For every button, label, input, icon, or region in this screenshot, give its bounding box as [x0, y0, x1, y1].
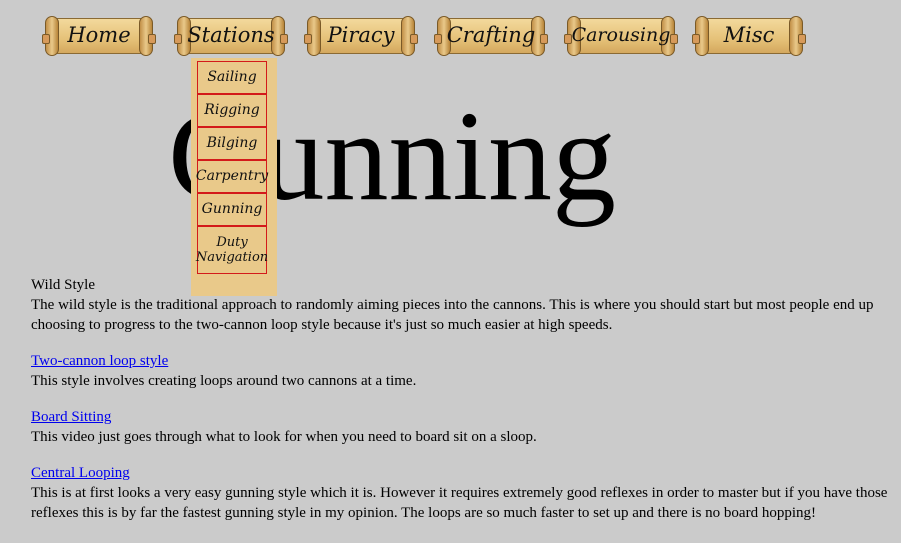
section-wild-style: Wild Style The wild style is the traditi… [31, 275, 891, 335]
nav-tab-piracy[interactable]: Piracy [304, 14, 418, 58]
dropdown-item-rigging[interactable]: Rigging [197, 94, 267, 127]
dropdown-item-carpentry[interactable]: Carpentry [196, 160, 268, 193]
main-content: Wild Style The wild style is the traditi… [31, 275, 891, 539]
nav-tab-crafting[interactable]: Crafting [434, 14, 548, 58]
section-board-sitting: Board Sitting This video just goes throu… [31, 407, 891, 447]
nav-tab-stations[interactable]: Stations [174, 14, 288, 58]
nav-tab-label: Stations [187, 23, 275, 47]
nav-tab-label: Crafting [446, 23, 536, 47]
nav-tab-carousing[interactable]: Carousing [564, 14, 678, 58]
link-two-cannon-loop-style[interactable]: Two-cannon loop style [31, 353, 168, 369]
nav-tab-label: Carousing [571, 24, 671, 46]
nav-tab-home[interactable]: Home [42, 14, 156, 58]
nav-tab-label: Misc [723, 23, 775, 47]
stations-dropdown: Sailing Rigging Bilging Carpentry Gunnin… [191, 58, 277, 296]
main-nav: Home Stations Piracy Crafting Carousing … [42, 14, 825, 58]
nav-tab-label: Home [67, 23, 131, 47]
nav-tab-misc[interactable]: Misc [692, 14, 806, 58]
link-central-looping[interactable]: Central Looping [31, 465, 130, 481]
dropdown-item-bilging[interactable]: Bilging [197, 127, 267, 160]
section-two-cannon-loop: Two-cannon loop style This style involve… [31, 351, 891, 391]
section-central-looping: Central Looping This is at first looks a… [31, 463, 891, 523]
dropdown-item-duty-navigation[interactable]: Duty Navigation [196, 226, 268, 274]
section-text: The wild style is the traditional approa… [31, 297, 874, 333]
link-board-sitting[interactable]: Board Sitting [31, 409, 111, 425]
nav-tab-label: Piracy [327, 23, 395, 47]
dropdown-item-sailing[interactable]: Sailing [197, 61, 267, 94]
section-heading: Wild Style [31, 277, 95, 293]
section-text: This style involves creating loops aroun… [31, 373, 417, 389]
section-text: This video just goes through what to loo… [31, 429, 537, 445]
section-text: This is at first looks a very easy gunni… [31, 485, 888, 521]
dropdown-item-gunning[interactable]: Gunning [197, 193, 267, 226]
